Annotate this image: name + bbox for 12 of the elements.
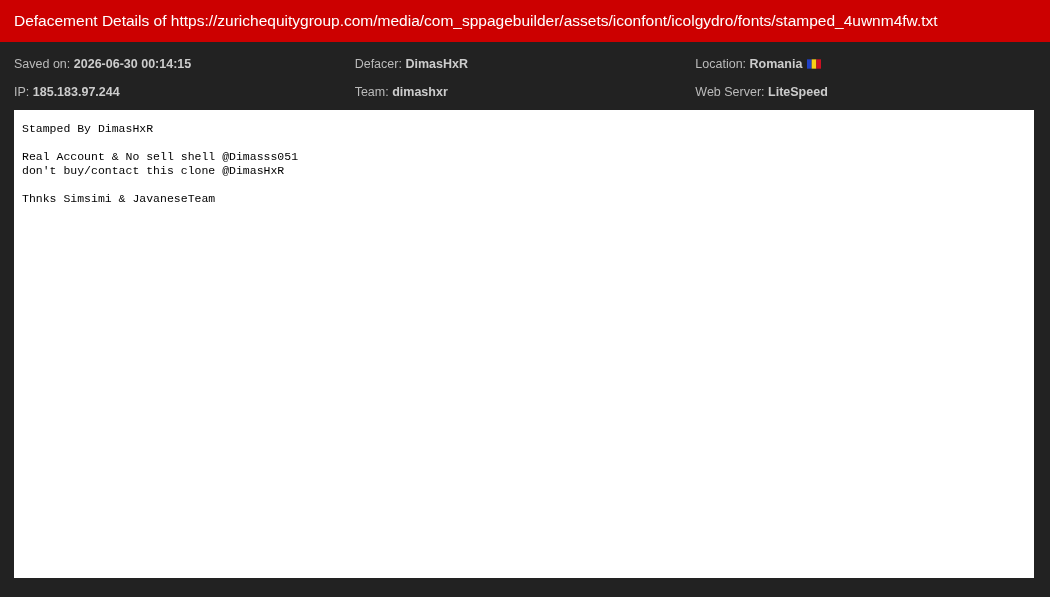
content-line: Thnks Simsimi & JavaneseTeam bbox=[22, 192, 216, 206]
detail-text: Location: Romania bbox=[695, 55, 803, 73]
content-line: Stamped By DimasHxR bbox=[22, 122, 154, 136]
detail-text: Web Server: LiteSpeed bbox=[695, 83, 828, 101]
detail-text: Team: dimashxr bbox=[354, 83, 448, 101]
title-bar: Defacement Details of https://zurichequitygroup.com/media/com_sppagebuilder/assets/iconfont/icolgydro/fonts/stamped_4uwnm4fw.txt bbox=[0, 0, 1050, 42]
detail-text: IP: 185.183.97.244 bbox=[14, 83, 120, 101]
content-line: Real Account & No sell shell @Dimasss051 bbox=[22, 150, 299, 164]
detail-text: Saved on: 2026-06-30 00:14:15 bbox=[14, 55, 192, 73]
flag-icon bbox=[807, 59, 822, 69]
detail-text: Defacer: DimasHxR bbox=[354, 55, 468, 73]
content-line: don't buy/contact this clone @DimasHxR bbox=[22, 164, 285, 178]
